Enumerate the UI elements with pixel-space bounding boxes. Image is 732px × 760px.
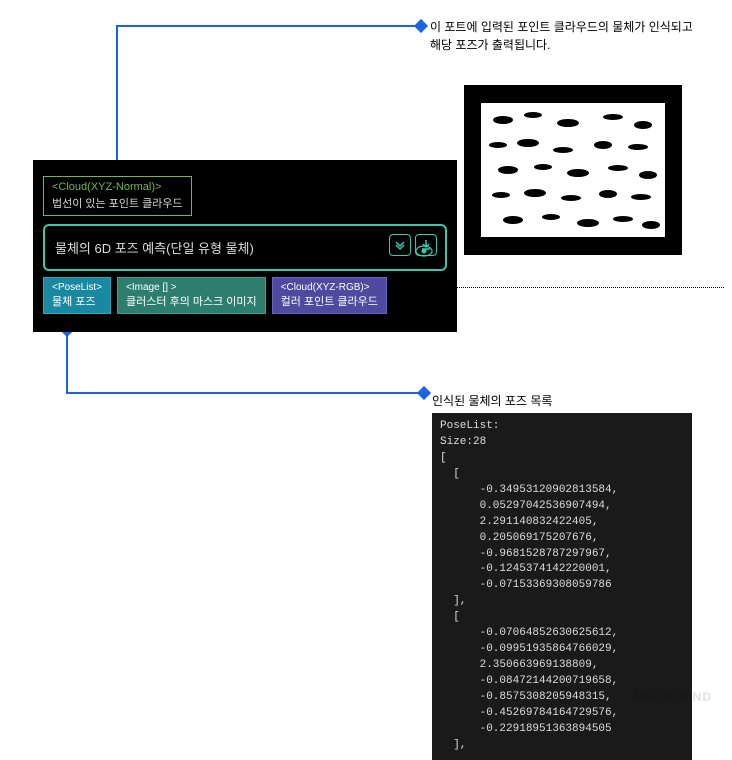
code-line: ], (440, 739, 466, 751)
connector-line (66, 392, 422, 394)
code-line: -0.8575308205948315, (440, 691, 612, 703)
input-port-cloud-normal[interactable]: <Cloud(XYZ-Normal)> 법선이 있는 포인트 클라우드 (43, 176, 192, 216)
code-line: 2.291140832422405, (440, 516, 598, 528)
input-port-label: 법선이 있는 포인트 클라우드 (52, 195, 183, 211)
node-title: 물체의 6D 포즈 예측(단일 유형 물체) (55, 241, 254, 256)
code-line: -0.1245374142220001, (440, 563, 612, 575)
annotation-input-desc: 이 포트에 입력된 포인트 클라우드의 물체가 인식되고 해당 포즈가 출력됩니… (430, 18, 700, 54)
output-port-type: <Cloud(XYZ-RGB)> (281, 282, 378, 293)
code-line: -0.22918951363894505 (440, 723, 612, 735)
output-port-label: 물체 포즈 (52, 296, 96, 308)
code-line: PoseList: (440, 420, 499, 432)
output-port-type: <PoseList> (52, 282, 102, 293)
collapse-icon[interactable] (389, 234, 411, 256)
output-port-image[interactable]: <Image [] > 클러스터 후의 마스크 이미지 (117, 277, 266, 314)
output-port-cloud[interactable]: <Cloud(XYZ-RGB)> 컬러 포인트 클라우드 (272, 277, 387, 314)
poselist-output-panel: PoseList: Size:28 [ [ -0.349531209028135… (432, 413, 692, 760)
code-line: -0.08472144200719658, (440, 675, 618, 687)
code-line: 0.05297042536907494, (440, 500, 612, 512)
node-main-block[interactable]: 물체의 6D 포즈 예측(단일 유형 물체) (43, 224, 447, 271)
code-line: -0.34953120902813584, (440, 484, 618, 496)
code-line: -0.9681528787297967, (440, 548, 612, 560)
visibility-icon[interactable] (415, 244, 433, 263)
separator-line (444, 287, 724, 288)
output-port-label: 컬러 포인트 클라우드 (281, 296, 378, 308)
output-port-poselist[interactable]: <PoseList> 물체 포즈 (43, 277, 111, 314)
output-port-type: <Image [] > (126, 282, 257, 293)
annotation-output-desc: 인식된 물체의 포즈 목록 (432, 392, 702, 410)
code-line: ], (440, 595, 466, 607)
code-line: [ (440, 611, 460, 623)
input-port-type: <Cloud(XYZ-Normal)> (52, 181, 161, 193)
point-cloud-thumbnail (464, 85, 682, 255)
connector-line (116, 25, 118, 168)
watermark: MECH MIND (634, 690, 712, 704)
code-line: -0.07153369308059786 (440, 579, 612, 591)
connector-diamond-icon (414, 19, 428, 33)
code-line: -0.09951935864766029, (440, 643, 618, 655)
code-line: [ (440, 468, 460, 480)
code-line: 2.350663969138809, (440, 659, 598, 671)
code-line: [ (440, 452, 447, 464)
code-line: -0.07064852630625612, (440, 627, 618, 639)
connector-line (116, 25, 419, 27)
node-panel: <Cloud(XYZ-Normal)> 법선이 있는 포인트 클라우드 물체의 … (33, 160, 457, 332)
connector-line (66, 329, 68, 394)
connector-diamond-icon (417, 386, 431, 400)
output-port-label: 클러스터 후의 마스크 이미지 (126, 296, 257, 308)
code-line: Size:28 (440, 436, 486, 448)
code-line: -0.45269784164729576, (440, 707, 618, 719)
code-line: 0.205069175207676, (440, 532, 598, 544)
